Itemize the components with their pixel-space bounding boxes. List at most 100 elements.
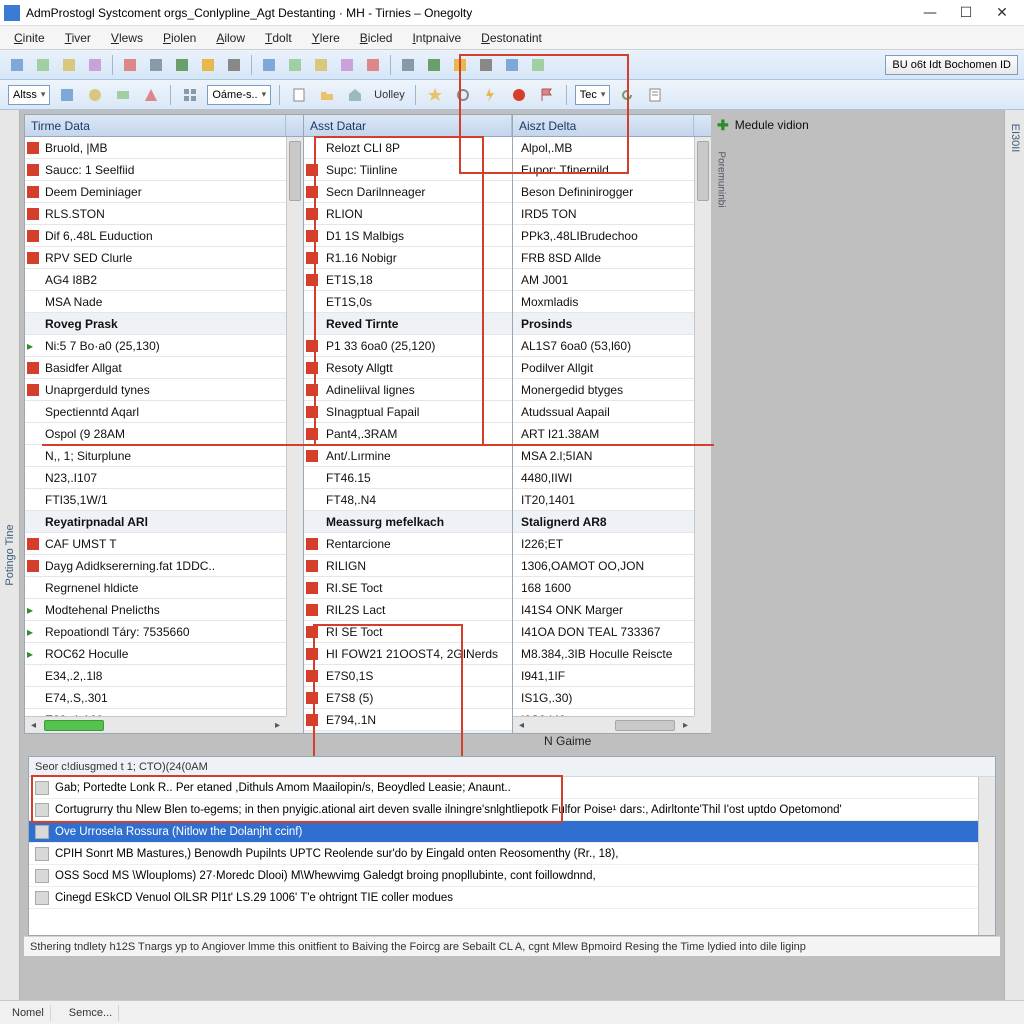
tb1-icon-3[interactable] xyxy=(84,54,106,76)
tb1-icon-5[interactable] xyxy=(145,54,167,76)
list-item[interactable]: Unaprgerduld tynes xyxy=(25,379,303,401)
col1-vscroll[interactable] xyxy=(286,137,303,716)
tb2-icon-doc[interactable] xyxy=(288,84,310,106)
col1-hscroll[interactable]: ◂▸ xyxy=(25,716,286,733)
bottom-vscroll[interactable] xyxy=(978,777,995,935)
menu-ylere[interactable]: Ylere xyxy=(304,29,348,47)
list-item[interactable]: Ant/.Lırmine xyxy=(304,445,512,467)
menu-vlews[interactable]: Vlews xyxy=(103,29,151,47)
list-item[interactable]: 1306,OAMOT OO,JON xyxy=(513,555,711,577)
list-item[interactable]: Repoationdl Táry: 7535660 xyxy=(25,621,303,643)
list-item[interactable]: FT48,.N4 xyxy=(304,489,512,511)
log-row[interactable]: CPIH Sonrt MB Mastures,) Benowdh Pupilnt… xyxy=(29,843,978,865)
list-item[interactable]: Pant4,.3RAM xyxy=(304,423,512,445)
list-item[interactable]: I41S4 ONK Marger xyxy=(513,599,711,621)
list-item[interactable]: RILIGN xyxy=(304,555,512,577)
list-item[interactable]: E7S8 (5) xyxy=(304,687,512,709)
list-item[interactable]: FTI35,1W/1▼ xyxy=(25,489,303,511)
log-row[interactable]: Ove Urrosela Rossura (Nitlow the Dolanjh… xyxy=(29,821,978,843)
menu-bicled[interactable]: Bicled xyxy=(352,29,401,47)
list-item[interactable]: Reved Tirnte xyxy=(304,313,512,335)
col2-header[interactable]: Asst Datar xyxy=(304,115,512,136)
menu-ailow[interactable]: Ailow xyxy=(208,29,253,47)
list-item[interactable]: Rentarcione xyxy=(304,533,512,555)
tb1-icon-8[interactable] xyxy=(223,54,245,76)
tb2-icon-refresh[interactable] xyxy=(616,84,638,106)
list-item[interactable]: RIL2S Lact xyxy=(304,599,512,621)
tb1-icon-16[interactable] xyxy=(449,54,471,76)
tb2-icon-lightning[interactable] xyxy=(480,84,502,106)
tb1-icon-11[interactable] xyxy=(310,54,332,76)
log-row[interactable]: Cortugrurry thu Nlew Blen to-egems; in t… xyxy=(29,799,978,821)
list-item[interactable]: N23,.I107 xyxy=(25,467,303,489)
plus-icon[interactable]: ✚ xyxy=(717,117,729,134)
log-row[interactable]: OSS Socd MS \Wlouploms) 27·Moredc Dlooi)… xyxy=(29,865,978,887)
tb2-icon-1[interactable] xyxy=(56,84,78,106)
menu-tdolt[interactable]: Tdolt xyxy=(257,29,300,47)
tb1-icon-9[interactable] xyxy=(258,54,280,76)
menu-destonatint[interactable]: Destonatint xyxy=(473,29,550,47)
list-item[interactable]: FT46.15 xyxy=(304,467,512,489)
list-item[interactable]: Monergedid btyges xyxy=(513,379,711,401)
list-item[interactable]: Roveg Prask xyxy=(25,313,303,335)
list-item[interactable]: HI FOW21 21OOST4, 2GINerds xyxy=(304,643,512,665)
minimize-button[interactable]: — xyxy=(912,2,948,24)
list-item[interactable]: CAF UMST T xyxy=(25,533,303,555)
list-item[interactable]: Moxmladis xyxy=(513,291,711,313)
tb2-combo-tec[interactable]: Tec▾ xyxy=(575,85,611,105)
list-item[interactable]: Saucc: 1 Seelfiid xyxy=(25,159,303,181)
tb1-icon-13[interactable] xyxy=(362,54,384,76)
list-item[interactable]: Modtehenal Pnelicths xyxy=(25,599,303,621)
list-item[interactable]: RPV SED Clurle xyxy=(25,247,303,269)
tb1-icon-12[interactable] xyxy=(336,54,358,76)
list-item[interactable]: M8.384,.3IB Hoculle Reiscte xyxy=(513,643,711,665)
list-item[interactable]: E794,.1N xyxy=(304,709,512,731)
tb2-icon-2[interactable] xyxy=(84,84,106,106)
log-row[interactable]: Gab; Portedte Lonk R.. Per etaned ,Dithu… xyxy=(29,777,978,799)
list-item[interactable]: IRD5 TON xyxy=(513,203,711,225)
list-item[interactable]: AL1S7 6oa0 (53,l60) xyxy=(513,335,711,357)
list-item[interactable]: Supc: Tiinline xyxy=(304,159,512,181)
list-item[interactable]: Meassurg mefelkach xyxy=(304,511,512,533)
tb1-icon-1[interactable] xyxy=(32,54,54,76)
list-item[interactable]: AG4 I8B2▼ xyxy=(25,269,303,291)
list-item[interactable]: AM J001 xyxy=(513,269,711,291)
left-side-tab[interactable]: Potingo Tine xyxy=(0,110,20,1000)
list-item[interactable]: Regrnenel hldicte xyxy=(25,577,303,599)
list-item[interactable]: ET1S,0s xyxy=(304,291,512,313)
list-item[interactable]: ET1S,18 xyxy=(304,269,512,291)
menu-tiver[interactable]: Tiver xyxy=(57,29,99,47)
list-item[interactable]: 4480,IIWI xyxy=(513,467,711,489)
col1-header[interactable]: Tirme Data xyxy=(25,115,286,136)
list-item[interactable]: Bruold, |MB xyxy=(25,137,303,159)
list-item[interactable]: E34,.2,.1l8 xyxy=(25,665,303,687)
list-item[interactable]: Ni:5 7 Bo·a0 (25,130) xyxy=(25,335,303,357)
list-item[interactable]: Secn Darilnneager xyxy=(304,181,512,203)
menu-intpnaive[interactable]: Intpnaive xyxy=(404,29,469,47)
tb1-icon-14[interactable] xyxy=(397,54,419,76)
list-item[interactable]: E7S0,1S xyxy=(304,665,512,687)
list-item[interactable]: Prosinds xyxy=(513,313,711,335)
list-item[interactable]: R1.16 Nobigr xyxy=(304,247,512,269)
tb1-icon-7[interactable] xyxy=(197,54,219,76)
list-item[interactable]: Relozt CLI 8P xyxy=(304,137,512,159)
tb2-icon-wrench[interactable] xyxy=(452,84,474,106)
tb1-icon-18[interactable] xyxy=(501,54,523,76)
list-item[interactable]: 168 1600 xyxy=(513,577,711,599)
list-item[interactable]: Basidfer Allgat xyxy=(25,357,303,379)
list-item[interactable]: Eupor: Tfinernild xyxy=(513,159,711,181)
col3-header[interactable]: Aiszt Delta xyxy=(513,115,694,136)
list-item[interactable]: IT20,1401 xyxy=(513,489,711,511)
list-item[interactable]: Spectienntd Aqarl xyxy=(25,401,303,423)
tb1-icon-19[interactable] xyxy=(527,54,549,76)
tb1-icon-4[interactable] xyxy=(119,54,141,76)
right-side-tab[interactable]: EI30II xyxy=(1004,110,1024,1000)
list-item[interactable]: I941,1IF xyxy=(513,665,711,687)
menu-piolen[interactable]: Piolen xyxy=(155,29,204,47)
tb1-icon-17[interactable] xyxy=(475,54,497,76)
list-item[interactable]: N,, 1; Siturplune xyxy=(25,445,303,467)
list-item[interactable]: Reyatirpnadal ARl xyxy=(25,511,303,533)
tb2-combo-altss[interactable]: Altss▾ xyxy=(8,85,50,105)
list-item[interactable]: Adineliival lignes xyxy=(304,379,512,401)
list-item[interactable]: Heaaply xyxy=(304,731,512,733)
